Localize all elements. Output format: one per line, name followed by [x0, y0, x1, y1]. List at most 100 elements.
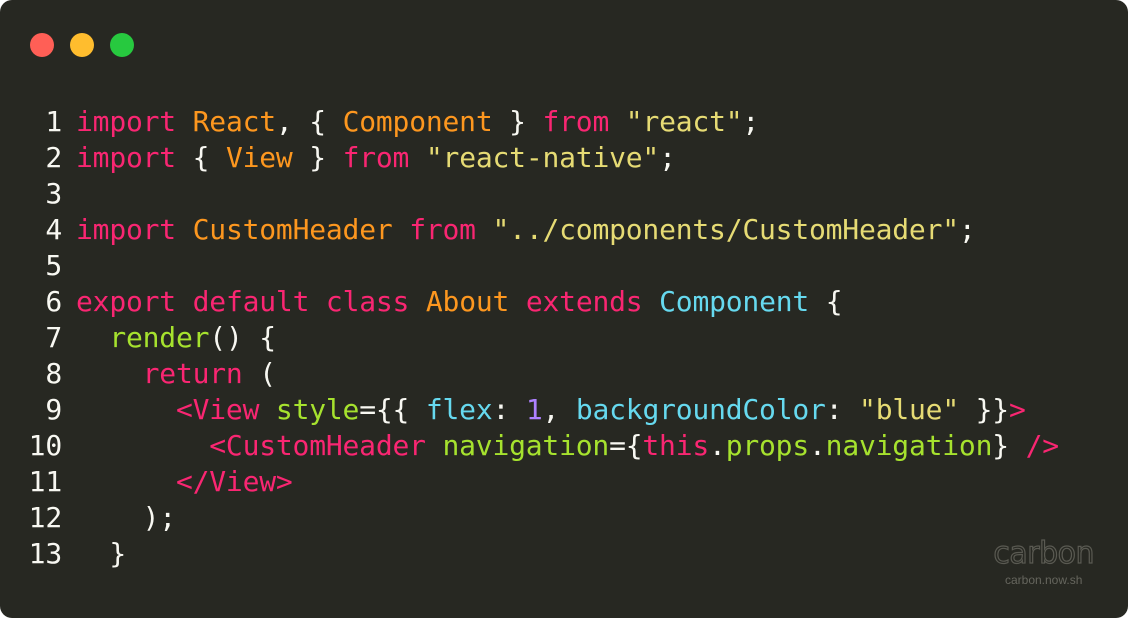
code-token-keyword: from	[409, 213, 476, 246]
code-token-keyword: from	[542, 105, 610, 138]
code-token-keyword: <View	[175, 393, 260, 426]
code-line: 5	[0, 248, 1059, 284]
code-token-identifier: CustomHeader	[192, 213, 393, 246]
line-number: 7	[45, 321, 62, 354]
close-button[interactable]	[30, 33, 54, 57]
code-token-identifier: React	[192, 105, 276, 138]
code-token-string: "react"	[625, 105, 743, 138]
code-token-keyword: </View>	[175, 465, 293, 498]
code-token-plain: (	[242, 357, 276, 390]
code-token-plain: );	[76, 501, 177, 534]
code-line: 11 </View>	[0, 464, 1059, 500]
code-token-keyword: <CustomHeader	[209, 429, 426, 462]
code-token-plain: }	[76, 537, 126, 570]
code-line: 6 export default class About extends Comp…	[0, 284, 1059, 320]
code-token-function: style	[275, 393, 360, 426]
code-token-number: 1	[525, 393, 543, 426]
code-token-keyword: this	[642, 429, 710, 462]
code-token-plain: }	[292, 141, 343, 174]
code-token-identifier: About	[425, 285, 510, 318]
code-line: 12 );	[0, 500, 1059, 536]
code-token-keyword: export	[76, 285, 176, 318]
code-line: 2 import { View } from "react-native";	[0, 140, 1059, 176]
code-token-identifier: View	[225, 141, 293, 174]
line-number: 8	[45, 357, 62, 390]
code-token-plain: }	[992, 429, 1026, 462]
code-token-plain: .	[809, 429, 826, 462]
line-number: 10	[28, 429, 63, 462]
code-token-function: navigation	[442, 429, 610, 462]
code-line: 9 <View style={{ flex: 1, backgroundColo…	[0, 392, 1059, 428]
code-token-plain: :	[492, 393, 526, 426]
code-token-plain: }	[492, 105, 543, 138]
code-token-plain: {	[809, 285, 843, 318]
line-number: 4	[45, 213, 62, 246]
code-token-plain: ={	[609, 429, 643, 462]
code-token-string: "blue"	[859, 393, 959, 426]
line-number: 2	[45, 141, 62, 174]
code-token-plain: ;	[659, 141, 676, 174]
line-number: 12	[28, 501, 63, 534]
line-number: 11	[28, 465, 63, 498]
line-number: 5	[45, 249, 62, 282]
code-line: 3	[0, 176, 1059, 212]
code-token-function: navigation	[825, 429, 993, 462]
code-token-plain: () {	[209, 321, 276, 354]
code-token-plain: ;	[958, 213, 976, 246]
code-token-plain: ={{	[359, 393, 426, 426]
code-token-plain: .	[709, 429, 726, 462]
code-line: 4 import CustomHeader from "../components…	[0, 212, 1059, 248]
code-token-keyword: extends	[525, 285, 643, 318]
code-token-plain: ,	[542, 393, 576, 426]
code-token-string: "../components/CustomHeader"	[492, 213, 960, 246]
code-token-plain: {	[175, 141, 226, 174]
line-number: 9	[45, 393, 62, 426]
code-token-keyword: />	[1025, 429, 1060, 462]
code-token-keyword: import	[76, 141, 176, 174]
code-window: 1 import React, { Component } from "react…	[0, 0, 1128, 618]
code-editor[interactable]: 1 import React, { Component } from "react…	[0, 104, 1059, 572]
code-token-type: backgroundColor	[575, 393, 826, 426]
code-token-plain: , {	[275, 105, 343, 138]
code-token-type: flex	[425, 393, 493, 426]
zoom-button[interactable]	[110, 33, 134, 57]
code-token-function: render	[109, 321, 210, 354]
code-token-type: Component	[659, 285, 810, 318]
carbon-logo: carbon	[993, 536, 1095, 571]
code-line: 1 import React, { Component } from "react…	[0, 104, 1059, 140]
carbon-watermark: carbon carbon.now.sh	[993, 536, 1095, 588]
code-line: 10 <CustomHeader navigation={this.props.…	[0, 428, 1059, 464]
code-token-keyword: >	[1008, 393, 1026, 426]
code-token-string: "react-native"	[425, 141, 660, 174]
code-line: 8 return (	[0, 356, 1059, 392]
minimize-button[interactable]	[70, 33, 94, 57]
code-token-keyword: from	[342, 141, 410, 174]
line-number: 1	[45, 105, 62, 138]
code-token-plain: }}	[958, 393, 1010, 426]
code-token-plain: ;	[742, 105, 760, 138]
code-token-keyword: import	[76, 213, 176, 246]
code-token-keyword: default	[192, 285, 310, 318]
code-token-keyword: return	[142, 357, 243, 390]
line-number: 3	[45, 177, 62, 210]
code-token-keyword: import	[76, 105, 176, 138]
code-token-identifier: Component	[342, 105, 493, 138]
carbon-url: carbon.now.sh	[1004, 573, 1083, 587]
